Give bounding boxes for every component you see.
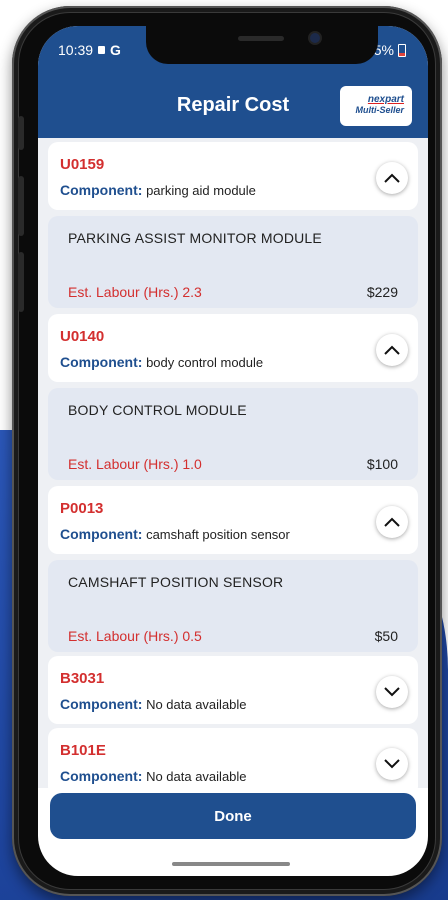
side-button bbox=[18, 252, 24, 312]
component-value: camshaft position sensor bbox=[146, 527, 290, 542]
component-label: Component: bbox=[60, 182, 143, 198]
app-header: Repair Cost nexpart Multi-Seller bbox=[38, 72, 428, 138]
component-line: Component: No data available bbox=[60, 696, 247, 712]
component-value: body control module bbox=[146, 355, 264, 370]
repair-detail: BODY CONTROL MODULE Est. Labour (Hrs.) 1… bbox=[48, 388, 418, 480]
side-button bbox=[18, 116, 24, 150]
dtc-code: P0013 bbox=[60, 500, 104, 517]
component-line: Component: No data available bbox=[60, 768, 247, 784]
list-item[interactable]: B101E Component: No data available bbox=[48, 728, 418, 788]
chevron-down-icon bbox=[384, 759, 400, 769]
dtc-code: U0159 bbox=[60, 156, 105, 173]
chevron-up-icon bbox=[384, 345, 400, 355]
repair-price: $50 bbox=[374, 628, 398, 644]
expand-button[interactable] bbox=[376, 676, 408, 708]
component-line: Component: body control module bbox=[60, 354, 263, 370]
component-label: Component: bbox=[60, 696, 143, 712]
phone-screen: 10:39 G G 15% Repair Cost nexpart Multi-… bbox=[38, 26, 428, 876]
component-label: Component: bbox=[60, 768, 143, 784]
list-item[interactable]: U0140 Component: body control module bbox=[48, 314, 418, 382]
lock-icon bbox=[98, 46, 106, 54]
logo-nexpart: nexpart bbox=[367, 94, 404, 105]
battery-icon bbox=[398, 43, 406, 57]
chevron-up-icon bbox=[384, 173, 400, 183]
done-button[interactable]: Done bbox=[50, 793, 416, 839]
repair-price: $229 bbox=[366, 284, 398, 300]
repair-detail: PARKING ASSIST MONITOR MODULE Est. Labou… bbox=[48, 216, 418, 308]
labour-hours: Est. Labour (Hrs.) 2.3 bbox=[68, 284, 202, 300]
collapse-button[interactable] bbox=[376, 506, 408, 538]
labour-hours: Est. Labour (Hrs.) 0.5 bbox=[68, 628, 202, 644]
dtc-code: B3031 bbox=[60, 670, 105, 687]
component-value: No data available bbox=[146, 769, 247, 784]
logo-multi-seller: Multi-Seller bbox=[355, 105, 404, 115]
expand-button[interactable] bbox=[376, 748, 408, 780]
component-label: Component: bbox=[60, 354, 143, 370]
brand-logo: nexpart Multi-Seller bbox=[340, 86, 412, 126]
labour-hours: Est. Labour (Hrs.) 1.0 bbox=[68, 456, 202, 472]
side-button bbox=[18, 176, 24, 236]
list-item[interactable]: P0013 Component: camshaft position senso… bbox=[48, 486, 418, 554]
list-item[interactable]: U0159 Component: parking aid module bbox=[48, 142, 418, 210]
part-name: BODY CONTROL MODULE bbox=[68, 402, 247, 418]
status-time: 10:39 bbox=[58, 42, 94, 58]
part-name: PARKING ASSIST MONITOR MODULE bbox=[68, 230, 322, 246]
chevron-down-icon bbox=[384, 687, 400, 697]
chevron-up-icon bbox=[384, 517, 400, 527]
component-value: parking aid module bbox=[146, 183, 256, 198]
collapse-button[interactable] bbox=[376, 162, 408, 194]
list-item[interactable]: B3031 Component: No data available bbox=[48, 656, 418, 724]
component-label: Component: bbox=[60, 526, 143, 542]
component-line: Component: parking aid module bbox=[60, 182, 256, 198]
collapse-button[interactable] bbox=[376, 334, 408, 366]
front-camera bbox=[310, 33, 320, 43]
repair-list[interactable]: U0159 Component: parking aid module PARK… bbox=[38, 138, 428, 788]
repair-price: $100 bbox=[366, 456, 398, 472]
component-line: Component: camshaft position sensor bbox=[60, 526, 290, 542]
speaker-grille bbox=[238, 36, 284, 41]
component-value: No data available bbox=[146, 697, 247, 712]
part-name: CAMSHAFT POSITION SENSOR bbox=[68, 574, 284, 590]
carrier-icon: G bbox=[110, 42, 121, 58]
notch bbox=[146, 26, 378, 64]
dtc-code: B101E bbox=[60, 742, 106, 759]
home-indicator[interactable] bbox=[172, 862, 290, 866]
repair-detail: CAMSHAFT POSITION SENSOR Est. Labour (Hr… bbox=[48, 560, 418, 652]
dtc-code: U0140 bbox=[60, 328, 105, 345]
